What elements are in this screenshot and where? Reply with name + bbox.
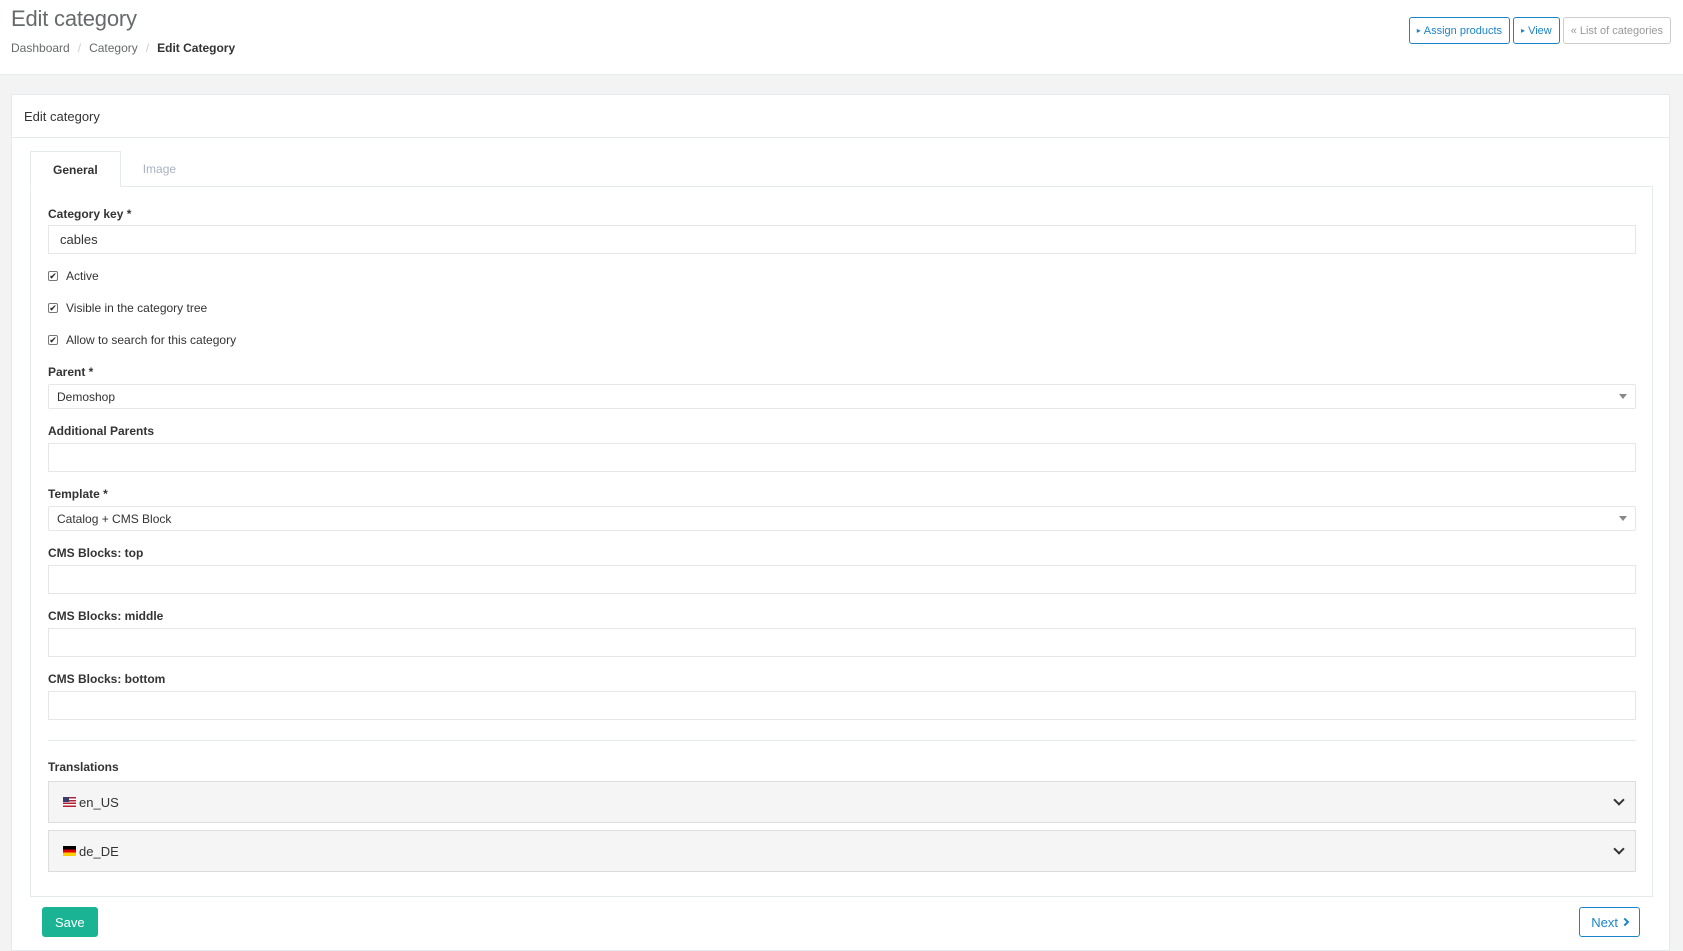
tab-general[interactable]: General (30, 151, 121, 187)
active-checkbox-row[interactable]: ✔ Active (48, 269, 99, 283)
visible-in-tree-label: Visible in the category tree (66, 301, 208, 315)
translation-en-us-label: en_US (79, 794, 119, 810)
us-flag-icon (63, 797, 76, 807)
allow-search-checkbox[interactable]: ✔ (48, 335, 58, 345)
category-key-input[interactable]: cables (48, 225, 1636, 254)
chevron-down-icon (1613, 843, 1625, 855)
chevron-right-icon (1620, 917, 1630, 927)
breadcrumb-category[interactable]: Category (89, 41, 138, 55)
de-flag-icon (63, 846, 76, 856)
breadcrumb-dashboard[interactable]: Dashboard (11, 41, 70, 55)
caret-right-icon: ▸ (1416, 26, 1421, 35)
caret-right-icon: ▸ (1521, 26, 1526, 35)
visible-in-tree-checkbox-row[interactable]: ✔ Visible in the category tree (48, 301, 207, 315)
next-button[interactable]: Next (1579, 907, 1640, 937)
form-divider (48, 740, 1636, 741)
translations-label: Translations (48, 760, 119, 774)
panel-title: Edit category (12, 95, 1669, 138)
template-select-value: Catalog + CMS Block (57, 511, 172, 526)
cms-top-label: CMS Blocks: top (48, 546, 144, 560)
parent-label: Parent * (48, 365, 94, 379)
allow-search-label: Allow to search for this category (66, 333, 237, 347)
translation-de-de-accordion[interactable]: de_DE (48, 830, 1636, 872)
translation-en-us-header: en_US (63, 795, 119, 810)
tab-bar: General Image (30, 151, 198, 187)
additional-parents-input[interactable] (48, 443, 1636, 472)
breadcrumb-current: Edit Category (157, 41, 236, 55)
cms-bottom-input[interactable] (48, 691, 1636, 720)
template-label: Template * (48, 487, 108, 501)
cms-middle-input[interactable] (48, 628, 1636, 657)
double-left-icon: « (1570, 24, 1577, 37)
assign-products-label: Assign products (1423, 24, 1503, 37)
page-header: Edit category Dashboard / Category / Edi… (0, 0, 1683, 75)
assign-products-button[interactable]: ▸ Assign products (1408, 17, 1511, 44)
breadcrumb-separator: / (77, 41, 82, 55)
allow-search-checkbox-row[interactable]: ✔ Allow to search for this category (48, 333, 236, 347)
translation-de-de-label: de_DE (79, 843, 119, 859)
active-checkbox-label: Active (66, 269, 99, 283)
view-label: View (1528, 24, 1552, 37)
header-actions: ▸ Assign products ▸ View « List of categ… (1408, 17, 1671, 44)
tab-content-general: Category key * cables ✔ Active ✔ Visible… (30, 186, 1653, 896)
form-footer: Save Next (30, 896, 1653, 951)
view-button[interactable]: ▸ View (1513, 17, 1560, 44)
dropdown-arrow-icon (1619, 516, 1627, 521)
active-checkbox[interactable]: ✔ (48, 271, 58, 281)
category-key-label: Category key * (48, 207, 132, 221)
cms-middle-label: CMS Blocks: middle (48, 609, 164, 623)
parent-select-value: Demoshop (57, 389, 116, 404)
additional-parents-label: Additional Parents (48, 424, 155, 438)
tab-image[interactable]: Image (121, 151, 198, 187)
breadcrumb: Dashboard / Category / Edit Category (11, 41, 235, 55)
translation-de-de-header: de_DE (63, 844, 119, 859)
next-label: Next (1591, 914, 1618, 930)
template-select[interactable]: Catalog + CMS Block (48, 506, 1636, 531)
edit-category-panel: Edit category General Image Category key… (11, 94, 1670, 951)
list-of-categories-label: List of categories (1579, 24, 1663, 37)
save-button[interactable]: Save (42, 907, 98, 937)
breadcrumb-separator: / (145, 41, 150, 55)
cms-bottom-label: CMS Blocks: bottom (48, 672, 166, 686)
visible-in-tree-checkbox[interactable]: ✔ (48, 303, 58, 313)
dropdown-arrow-icon (1619, 394, 1627, 399)
translation-en-us-accordion[interactable]: en_US (48, 781, 1636, 823)
cms-top-input[interactable] (48, 565, 1636, 594)
list-of-categories-button[interactable]: « List of categories (1562, 17, 1671, 44)
chevron-down-icon (1613, 794, 1625, 806)
page-title: Edit category (11, 6, 137, 31)
parent-select[interactable]: Demoshop (48, 384, 1636, 409)
